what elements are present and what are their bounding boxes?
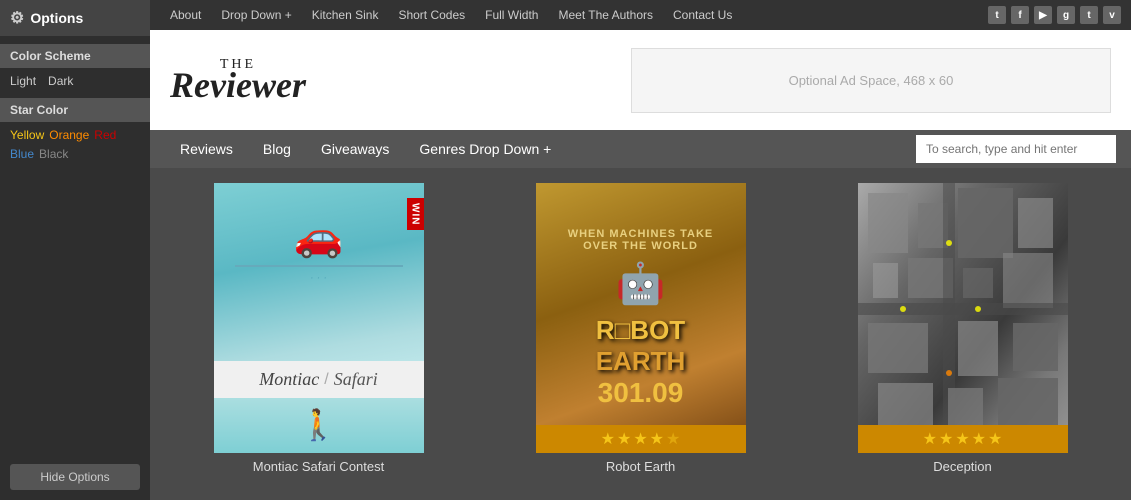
- nav-full-width[interactable]: Full Width: [475, 0, 548, 30]
- yellow-star-button[interactable]: Yellow: [10, 128, 44, 142]
- deception-cover-art: [858, 183, 1068, 453]
- book-cover-robot-earth: WHEN MACHINES TAKE OVER THE WORLD 🤖 R□BO…: [536, 183, 746, 453]
- main-nav-links: Reviews Blog Giveaways Genres Drop Down …: [165, 130, 566, 168]
- twitter-icon[interactable]: t: [988, 6, 1006, 24]
- book-title-deception: Deception: [933, 459, 992, 474]
- color-scheme-label: Color Scheme: [0, 44, 150, 68]
- blue-star-button[interactable]: Blue: [10, 147, 34, 161]
- main-nav: Reviews Blog Giveaways Genres Drop Down …: [150, 130, 1131, 168]
- main-nav-reviews[interactable]: Reviews: [165, 130, 248, 168]
- options-panel: ⚙ Options Color Scheme Light Dark Star C…: [0, 0, 150, 500]
- nav-kitchen-sink[interactable]: Kitchen Sink: [302, 0, 389, 30]
- star-3: ★: [633, 429, 647, 449]
- montiac-figure: 🚶: [214, 398, 424, 453]
- tumblr-icon[interactable]: t: [1080, 6, 1098, 24]
- options-title: Options: [30, 10, 83, 26]
- montiac-name: Montiac: [259, 369, 319, 390]
- star-colors-row: Yellow Orange Red Blue Black: [0, 122, 150, 167]
- options-header: ⚙ Options: [0, 0, 150, 36]
- nav-short-codes[interactable]: Short Codes: [388, 0, 475, 30]
- hide-options-button[interactable]: Hide Options: [10, 464, 140, 490]
- montiac-cover-art: WIN 🚗 · · · Montiac / Safari 🚶: [214, 183, 424, 453]
- main-nav-blog[interactable]: Blog: [248, 130, 306, 168]
- book-card-montiac: WIN 🚗 · · · Montiac / Safari 🚶 Monti: [165, 183, 472, 500]
- social-icons: t f ▶ g t v: [988, 6, 1121, 24]
- d-star-2: ★: [939, 429, 953, 449]
- logo-reviewer: Reviewer: [170, 65, 306, 105]
- content-area: WIN 🚗 · · · Montiac / Safari 🚶 Monti: [150, 168, 1131, 500]
- vimeo-icon[interactable]: v: [1103, 6, 1121, 24]
- nav-authors[interactable]: Meet The Authors: [548, 0, 663, 30]
- black-star-button[interactable]: Black: [39, 147, 68, 161]
- montiac-text-area: Montiac / Safari: [214, 361, 424, 398]
- book-cover-deception: ★ ★ ★ ★ ★: [858, 183, 1068, 453]
- robot-earth-rating: ★ ★ ★ ★ ★: [536, 425, 746, 453]
- red-star-button[interactable]: Red: [94, 128, 116, 142]
- nav-contact[interactable]: Contact Us: [663, 0, 742, 30]
- star-color-label: Star Color: [0, 98, 150, 122]
- search-input[interactable]: [916, 135, 1116, 163]
- site-header: THE Reviewer Optional Ad Space, 468 x 60: [150, 30, 1131, 130]
- orange-star-button[interactable]: Orange: [49, 128, 89, 142]
- safari-text: Safari: [334, 369, 378, 390]
- gear-icon: ⚙: [10, 8, 24, 28]
- top-nav: About Drop Down + Kitchen Sink Short Cod…: [150, 0, 1131, 30]
- nav-about[interactable]: About: [160, 0, 211, 30]
- site-logo: THE Reviewer: [170, 58, 306, 103]
- main-nav-giveaways[interactable]: Giveaways: [306, 130, 404, 168]
- youtube-icon[interactable]: ▶: [1034, 6, 1052, 24]
- robot-number: 301.09: [598, 377, 684, 409]
- star-half: ★: [666, 429, 680, 449]
- book-title-montiac: Montiac Safari Contest: [253, 459, 385, 474]
- star-2: ★: [617, 429, 631, 449]
- book-cover-montiac: WIN 🚗 · · · Montiac / Safari 🚶: [214, 183, 424, 453]
- robot-earth-cover-art: WHEN MACHINES TAKE OVER THE WORLD 🤖 R□BO…: [536, 183, 746, 453]
- star-1: ★: [601, 429, 615, 449]
- star-4: ★: [650, 429, 664, 449]
- google-plus-icon[interactable]: g: [1057, 6, 1075, 24]
- win-badge: WIN: [407, 198, 424, 230]
- d-star-4: ★: [972, 429, 986, 449]
- facebook-icon[interactable]: f: [1011, 6, 1029, 24]
- dark-scheme-button[interactable]: Dark: [48, 74, 73, 88]
- color-scheme-row: Light Dark: [0, 68, 150, 94]
- d-star-5: ★: [988, 429, 1002, 449]
- deception-rating: ★ ★ ★ ★ ★: [858, 425, 1068, 453]
- main-content: About Drop Down + Kitchen Sink Short Cod…: [150, 0, 1131, 500]
- book-title-robot-earth: Robot Earth: [606, 459, 675, 474]
- book-card-deception: ★ ★ ★ ★ ★ Deception: [809, 183, 1116, 500]
- book-card-robot-earth: WHEN MACHINES TAKE OVER THE WORLD 🤖 R□BO…: [487, 183, 794, 500]
- nav-dropdown[interactable]: Drop Down +: [211, 0, 301, 30]
- ad-space: Optional Ad Space, 468 x 60: [631, 48, 1111, 113]
- light-scheme-button[interactable]: Light: [10, 74, 36, 88]
- robot-text: R□BOT: [596, 315, 685, 346]
- main-nav-genres[interactable]: Genres Drop Down +: [404, 130, 566, 168]
- d-star-1: ★: [923, 429, 937, 449]
- d-star-3: ★: [955, 429, 969, 449]
- earth-text: EARTH: [596, 346, 686, 377]
- top-nav-links: About Drop Down + Kitchen Sink Short Cod…: [160, 0, 742, 30]
